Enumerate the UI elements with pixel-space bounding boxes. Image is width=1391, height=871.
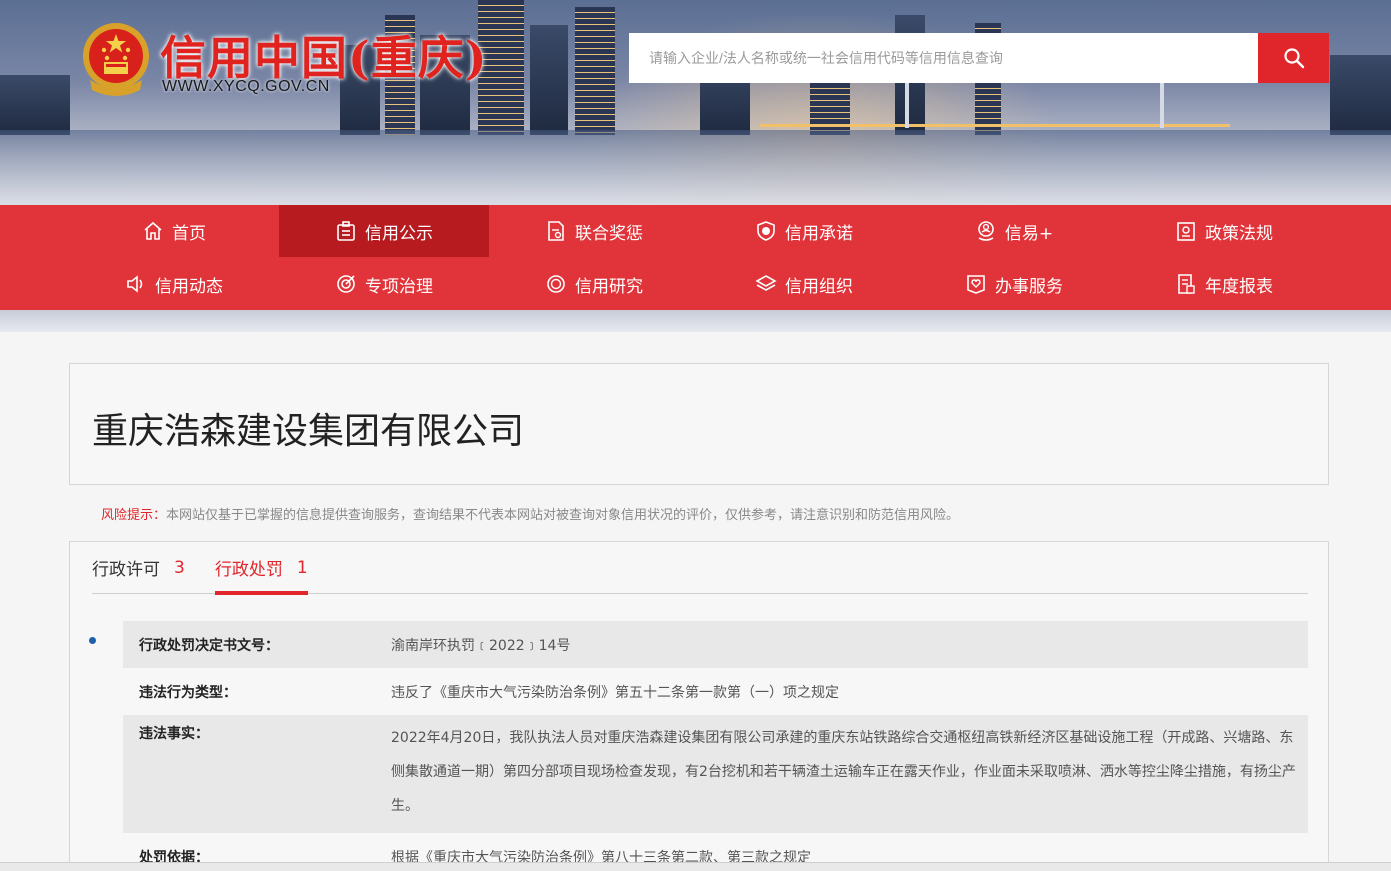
nav-item-label: 联合奖惩 bbox=[575, 223, 643, 244]
nav-item-home[interactable]: 首页 bbox=[69, 205, 279, 257]
banner-bottom-strip bbox=[0, 310, 1391, 332]
nav-item-xinyi-plus[interactable]: 信易+ bbox=[909, 205, 1119, 257]
tab-label: 行政许可 bbox=[92, 560, 160, 580]
nav-item-label: 首页 bbox=[172, 223, 206, 244]
nav-item-credit-promise[interactable]: 信用承诺 bbox=[699, 205, 909, 257]
tab-count: 1 bbox=[296, 557, 308, 578]
field-violation-type: 违法行为类型： 违反了《重庆市大气污染防治条例》第五十二条第一款第（一）项之规定 bbox=[123, 668, 1308, 715]
nav-item-label: 政策法规 bbox=[1205, 223, 1273, 244]
nav-row-2: 信用动态 专项治理 信用研究 信用组织 办事服务 年度报表 bbox=[69, 258, 1329, 310]
home-icon bbox=[144, 221, 162, 240]
document-icon bbox=[548, 221, 564, 241]
search-button[interactable] bbox=[1258, 33, 1329, 83]
field-label: 行政处罚决定书文号： bbox=[139, 637, 279, 654]
search-icon bbox=[1283, 48, 1304, 69]
banner-river bbox=[0, 130, 1391, 205]
field-value: 2022年4月20日，我队执法人员对重庆浩森建设集团有限公司承建的重庆东站铁路综… bbox=[391, 730, 1296, 814]
search-input[interactable] bbox=[629, 33, 1258, 83]
certificate-icon bbox=[1177, 222, 1195, 241]
banner-building bbox=[530, 25, 568, 135]
record-tabs: 行政许可 3 行政处罚 1 bbox=[92, 542, 1308, 595]
national-emblem-logo bbox=[83, 23, 149, 96]
service-heart-icon bbox=[967, 275, 985, 294]
company-name: 重庆浩森建设集团有限公司 bbox=[92, 411, 525, 452]
nav-item-credit-research[interactable]: 信用研究 bbox=[489, 258, 699, 310]
main-nav: 首页 信用公示 联合奖惩 信用承诺 信易+ 政策法规 信用动态 专项治理 信用研… bbox=[0, 205, 1391, 310]
report-icon bbox=[1178, 274, 1195, 294]
tab-admin-license[interactable]: 行政许可 3 bbox=[92, 542, 185, 593]
nav-item-special-governance[interactable]: 专项治理 bbox=[279, 258, 489, 310]
nav-item-credit-org[interactable]: 信用组织 bbox=[699, 258, 909, 310]
nav-item-credit-public[interactable]: 信用公示 bbox=[279, 205, 489, 257]
nav-item-joint-reward[interactable]: 联合奖惩 bbox=[489, 205, 699, 257]
risk-notice: 风险提示：本网站仅基于已掌握的信息提供查询服务，查询结果不代表本网站对被查询对象… bbox=[101, 504, 959, 523]
nav-item-label: 年度报表 bbox=[1205, 276, 1273, 297]
penalty-record: 行政处罚决定书文号： 渝南岸环执罚﹝2022﹞14号 违法行为类型： 违反了《重… bbox=[123, 621, 1308, 871]
banner-building bbox=[575, 7, 615, 135]
field-value: 违反了《重庆市大气污染防治条例》第五十二条第一款第（一）项之规定 bbox=[391, 684, 839, 701]
research-icon bbox=[547, 275, 565, 293]
speaker-icon bbox=[127, 275, 143, 293]
nav-item-label: 信易+ bbox=[1004, 223, 1054, 244]
field-decision-no: 行政处罚决定书文号： 渝南岸环执罚﹝2022﹞14号 bbox=[123, 621, 1308, 668]
nav-item-annual-report[interactable]: 年度报表 bbox=[1119, 258, 1329, 310]
risk-notice-text: 本网站仅基于已掌握的信息提供查询服务，查询结果不代表本网站对被查询对象信用状况的… bbox=[166, 508, 960, 523]
browser-bottom-bar bbox=[0, 862, 1391, 871]
target-icon bbox=[337, 275, 355, 293]
nav-row-1: 首页 信用公示 联合奖惩 信用承诺 信易+ 政策法规 bbox=[69, 205, 1329, 257]
notice-icon bbox=[337, 221, 355, 241]
nav-item-services[interactable]: 办事服务 bbox=[909, 258, 1119, 310]
tab-count: 3 bbox=[174, 557, 185, 578]
banner-building bbox=[0, 75, 70, 135]
risk-notice-label: 风险提示： bbox=[101, 508, 167, 523]
tab-label: 行政处罚 bbox=[214, 560, 283, 580]
tab-admin-penalty[interactable]: 行政处罚 1 bbox=[214, 542, 308, 595]
nav-item-label: 办事服务 bbox=[995, 276, 1063, 297]
nav-item-label: 专项治理 bbox=[365, 276, 433, 297]
header-banner: 信用中国(重庆) WWW.XYCQ.GOV.CN bbox=[0, 0, 1391, 205]
field-value: 渝南岸环执罚﹝2022﹞14号 bbox=[391, 637, 571, 654]
nav-item-label: 信用组织 bbox=[785, 276, 853, 297]
field-label: 违法行为类型： bbox=[139, 684, 237, 701]
record-bullet bbox=[89, 637, 96, 644]
nav-item-label: 信用研究 bbox=[575, 276, 643, 297]
nav-item-policy[interactable]: 政策法规 bbox=[1119, 205, 1329, 257]
nav-item-credit-news[interactable]: 信用动态 bbox=[69, 258, 279, 310]
nav-item-label: 信用公示 bbox=[365, 223, 433, 244]
person-pin-icon bbox=[978, 221, 994, 241]
field-label: 违法事实： bbox=[139, 726, 209, 742]
shield-icon bbox=[757, 221, 775, 241]
site-url: WWW.XYCQ.GOV.CN bbox=[162, 78, 330, 95]
field-facts: 违法事实： 2022年4月20日，我队执法人员对重庆浩森建设集团有限公司承建的重… bbox=[123, 715, 1308, 833]
banner-building bbox=[1330, 55, 1391, 135]
company-card: 重庆浩森建设集团有限公司 bbox=[69, 363, 1329, 485]
layers-icon bbox=[755, 275, 777, 291]
nav-item-label: 信用动态 bbox=[155, 276, 223, 297]
nav-item-label: 信用承诺 bbox=[785, 223, 853, 244]
record-panel: 行政许可 3 行政处罚 1 行政处罚决定书文号： 渝南岸环执罚﹝2022﹞14号 违… bbox=[69, 541, 1329, 871]
